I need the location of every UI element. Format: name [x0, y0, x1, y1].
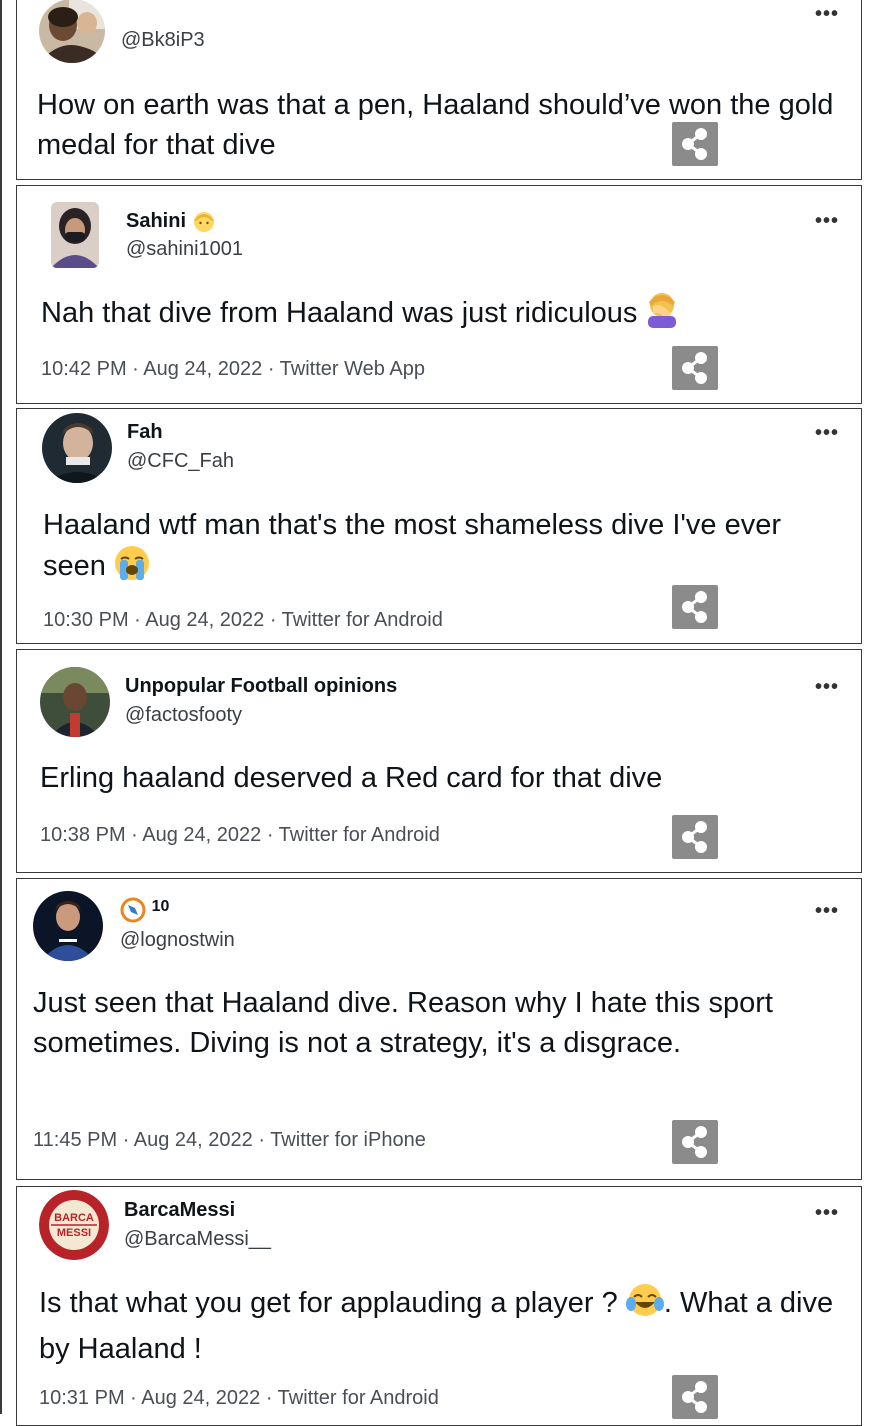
tweet-meta[interactable]: 10:42 PM · Aug 24, 2022 · Twitter Web Ap…: [41, 358, 425, 381]
author-name-text: Sahini: [126, 210, 187, 232]
tweet-meta[interactable]: 10:31 PM · Aug 24, 2022 · Twitter for An…: [39, 1387, 439, 1410]
share-icon[interactable]: [672, 346, 718, 390]
tweet-text-part-a: Is that what you get for applauding a pl…: [39, 1287, 618, 1319]
tweet-handle[interactable]: @factosfooty: [125, 704, 242, 727]
page-left-border: [0, 0, 2, 1414]
avatar[interactable]: BARCA MESSI: [39, 1190, 109, 1260]
compass-emoji-icon: [120, 897, 146, 929]
tweet-card-sahini: Sahini @sahini1001 ••• Nah that dive fro…: [16, 185, 862, 404]
share-icon[interactable]: [672, 815, 718, 859]
tweet-card-factosfooty: Unpopular Football opinions @factosfooty…: [16, 649, 862, 873]
tweet-meta[interactable]: 11:45 PM · Aug 24, 2022 · Twitter for iP…: [33, 1129, 426, 1152]
more-icon[interactable]: •••: [815, 211, 839, 231]
facepalm-emoji-icon: [645, 292, 679, 339]
tweet-text: Just seen that Haaland dive. Reason why …: [33, 987, 773, 1059]
tears-of-joy-emoji-icon: [625, 1282, 664, 1329]
more-icon[interactable]: •••: [815, 423, 839, 443]
share-icon[interactable]: [672, 1120, 718, 1164]
tweet-text: Erling haaland deserved a Red card for t…: [40, 762, 663, 794]
avatar[interactable]: [33, 891, 103, 961]
tweet-text-body: Nah that dive from Haaland was just ridi…: [41, 297, 638, 329]
avatar-messi-text: MESSI: [57, 1227, 91, 1239]
tweet-handle[interactable]: @Bk8iP3: [121, 29, 205, 52]
loudly-crying-emoji-icon: [114, 545, 150, 592]
share-icon[interactable]: [672, 585, 718, 629]
more-icon[interactable]: •••: [815, 1203, 839, 1223]
tweet-author-name[interactable]: Sahini: [126, 209, 216, 239]
tweet-handle[interactable]: @lognostwin: [120, 929, 235, 952]
more-icon[interactable]: •••: [815, 901, 839, 921]
tweet-text: Haaland wtf man that's the most shameles…: [43, 505, 823, 592]
tweet-card-lognostwin: 10 @lognostwin ••• Just seen that Haalan…: [16, 878, 862, 1180]
share-icon[interactable]: [672, 1375, 718, 1419]
avatar[interactable]: [42, 413, 112, 483]
tweet-meta[interactable]: 10:38 PM · Aug 24, 2022 · Twitter for An…: [40, 824, 440, 847]
more-icon[interactable]: •••: [815, 677, 839, 697]
more-icon[interactable]: •••: [815, 4, 839, 24]
tweet-author-name[interactable]: Unpopular Football opinions: [125, 675, 397, 698]
tweet-meta[interactable]: 10:30 PM · Aug 24, 2022 · Twitter for An…: [43, 609, 443, 632]
tweet-text: Nah that dive from Haaland was just ridi…: [41, 292, 841, 339]
tweet-text-body: Haaland wtf man that's the most shameles…: [43, 509, 782, 582]
tweet-text: Is that what you get for applauding a pl…: [39, 1282, 849, 1369]
author-name-text: 10: [151, 898, 170, 915]
tweet-handle[interactable]: @CFC_Fah: [127, 450, 234, 473]
tweet-author-name[interactable]: 10: [120, 897, 169, 929]
share-icon[interactable]: [672, 122, 718, 166]
tweet-author-name[interactable]: BarcaMessi: [124, 1199, 235, 1222]
tweet-handle[interactable]: @sahini1001: [126, 238, 243, 261]
tweet-card-bk8ip3: @Bk8iP3 ••• How on earth was that a pen,…: [16, 0, 862, 180]
tweet-card-fah: Fah @CFC_Fah ••• Haaland wtf man that's …: [16, 408, 862, 644]
avatar[interactable]: [51, 202, 99, 268]
tweet-handle[interactable]: @BarcaMessi__: [124, 1228, 271, 1251]
tweet-author-name[interactable]: Fah: [127, 421, 163, 444]
tweet-card-barcamessi: BARCA MESSI BarcaMessi @BarcaMessi__ •••…: [16, 1186, 862, 1426]
avatar-barca-text: BARCA: [54, 1212, 94, 1224]
avatar[interactable]: [39, 0, 105, 63]
avatar[interactable]: [40, 667, 110, 737]
person-emoji-icon: [192, 209, 216, 239]
